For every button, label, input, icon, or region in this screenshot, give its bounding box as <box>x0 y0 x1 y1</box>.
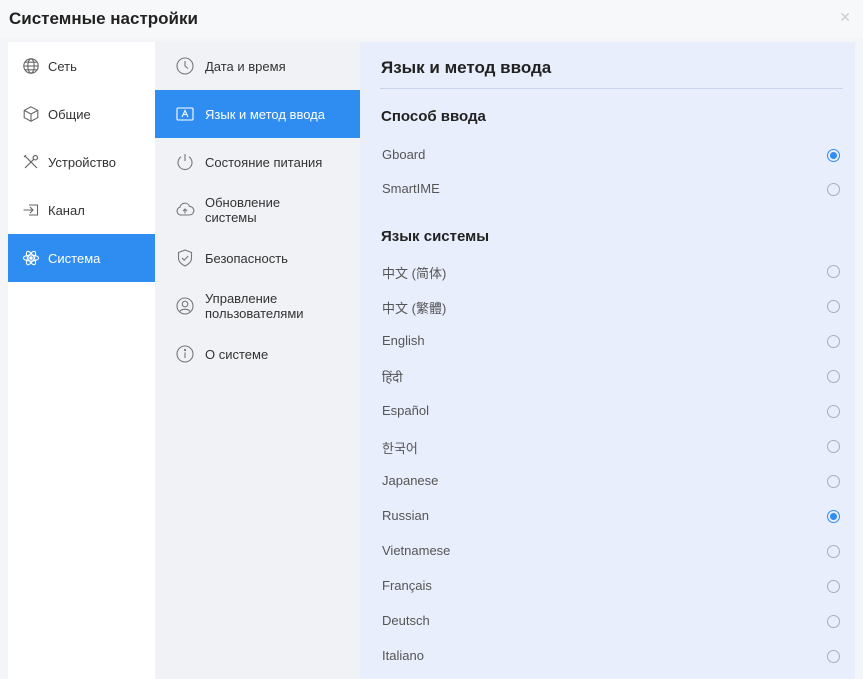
subnav-item-label: Безопасность <box>205 250 288 266</box>
input-icon <box>22 201 40 219</box>
subnav-item-label: Дата и время <box>205 58 286 74</box>
option-label: Italiano <box>382 648 424 663</box>
globe-icon <box>22 57 40 75</box>
option-label: हिंदी <box>382 370 403 385</box>
subnav-item-date-time[interactable]: Дата и время <box>155 42 360 90</box>
sidebar-item-network[interactable]: Сеть <box>8 42 155 90</box>
radio-button[interactable] <box>827 510 840 523</box>
input-method-option[interactable]: SmartIME <box>360 172 855 206</box>
radio-button[interactable] <box>827 300 840 313</box>
close-icon[interactable]: ✕ <box>839 9 851 26</box>
option-label: 中文 (繁體) <box>382 301 447 316</box>
power-icon <box>175 152 195 172</box>
subnav-item-system-update[interactable]: Обновление системы <box>155 186 360 234</box>
label-line-2: пользователями <box>205 306 304 321</box>
subnav-item-power-state[interactable]: Состояние питания <box>155 138 360 186</box>
atom-icon <box>22 249 40 267</box>
subnav-item-user-management[interactable]: Управление пользователями <box>155 282 360 330</box>
option-label: Vietnamese <box>382 543 451 558</box>
cube-icon <box>22 105 40 123</box>
sidebar-item-label: Система <box>48 250 101 266</box>
user-icon <box>175 296 195 316</box>
subnav-item-label: О системе <box>205 346 269 362</box>
category-sidebar: Сеть Общие Устройство Канал Система <box>8 42 155 679</box>
language-option[interactable]: Deutsch <box>360 604 855 638</box>
option-label: English <box>382 333 425 348</box>
system-subnav: Дата и время Язык и метод ввода Состояни… <box>155 42 360 679</box>
radio-button[interactable] <box>827 615 840 628</box>
language-option[interactable]: Italiano <box>360 639 855 673</box>
input-method-heading: Способ ввода <box>381 108 486 125</box>
option-label: Deutsch <box>382 613 430 628</box>
language-option[interactable]: Russian <box>360 499 855 533</box>
sidebar-item-label: Сеть <box>48 58 77 74</box>
sidebar-item-label: Устройство <box>48 154 117 170</box>
label-line-1: Управление <box>205 291 278 306</box>
radio-button[interactable] <box>827 475 840 488</box>
language-option[interactable]: Español <box>360 394 855 428</box>
subnav-item-label: Управление пользователями <box>205 291 304 321</box>
panel-title: Язык и метод ввода <box>381 58 552 77</box>
option-label: 中文 (简体) <box>382 266 447 281</box>
radio-button[interactable] <box>827 370 840 383</box>
subnav-item-label: Состояние питания <box>205 154 323 170</box>
window-title: Системные настройки <box>9 9 198 28</box>
system-language-heading: Язык системы <box>381 228 490 245</box>
sidebar-item-device[interactable]: Устройство <box>8 138 155 186</box>
language-option[interactable]: 한국어 <box>360 429 855 463</box>
sidebar-item-system[interactable]: Система <box>8 234 155 282</box>
sidebar-item-label: Общие <box>48 106 91 122</box>
radio-button[interactable] <box>827 405 840 418</box>
option-label: Français <box>382 578 432 593</box>
input-method-option[interactable]: Gboard <box>360 138 855 172</box>
subnav-item-label: Язык и метод ввода <box>205 106 325 122</box>
info-icon <box>175 344 195 364</box>
radio-button[interactable] <box>827 265 840 278</box>
language-option[interactable]: 中文 (繁體) <box>360 289 855 323</box>
label-line-1: Обновление <box>205 195 281 210</box>
radio-button[interactable] <box>827 335 840 348</box>
radio-button[interactable] <box>827 580 840 593</box>
title-bar: Системные настройки ✕ <box>0 0 863 38</box>
label-line-2: системы <box>205 210 257 225</box>
keyboard-a-icon <box>175 104 195 124</box>
shield-check-icon <box>175 248 195 268</box>
language-option[interactable]: 中文 (简体) <box>360 254 855 288</box>
option-label: 한국어 <box>382 441 418 456</box>
option-label: SmartIME <box>382 181 440 196</box>
language-option[interactable]: English <box>360 324 855 358</box>
subnav-item-security[interactable]: Безопасность <box>155 234 360 282</box>
settings-window: Системные настройки ✕ Сеть Общие Устройс… <box>0 0 863 679</box>
radio-button[interactable] <box>827 440 840 453</box>
divider <box>380 88 843 89</box>
radio-button[interactable] <box>827 545 840 558</box>
sidebar-item-general[interactable]: Общие <box>8 90 155 138</box>
subnav-item-about[interactable]: О системе <box>155 330 360 378</box>
subnav-item-language-input[interactable]: Язык и метод ввода <box>155 90 360 138</box>
language-option[interactable]: Japanese <box>360 464 855 498</box>
sidebar-item-label: Канал <box>48 202 85 218</box>
option-label: Japanese <box>382 473 439 488</box>
language-input-panel: Язык и метод ввода Способ ввода Gboard S… <box>360 42 855 679</box>
clock-icon <box>175 56 195 76</box>
option-label: Español <box>382 403 429 418</box>
language-option[interactable]: Vietnamese <box>360 534 855 568</box>
cloud-upload-icon <box>175 200 195 220</box>
option-label: Gboard <box>382 147 426 162</box>
language-option[interactable]: हिंदी <box>360 359 855 393</box>
radio-button[interactable] <box>827 650 840 663</box>
sidebar-item-channel[interactable]: Канал <box>8 186 155 234</box>
language-option[interactable]: Français <box>360 569 855 603</box>
tools-icon <box>22 153 40 171</box>
radio-button[interactable] <box>827 149 840 162</box>
radio-button[interactable] <box>827 183 840 196</box>
subnav-item-label: Обновление системы <box>205 195 280 225</box>
option-label: Russian <box>382 508 429 523</box>
